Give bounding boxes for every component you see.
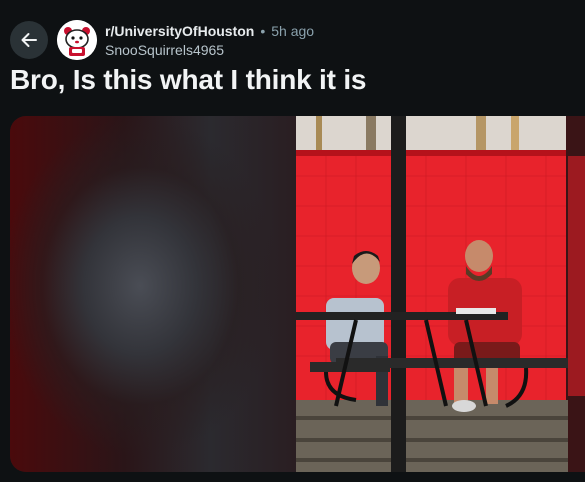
media-blur-background (10, 116, 296, 472)
cougar-mascot-icon (57, 20, 97, 60)
post-title: Bro, Is this what I think it is (10, 64, 367, 95)
post-media[interactable] (10, 116, 585, 472)
arrow-left-icon (21, 33, 37, 47)
subreddit-avatar[interactable] (57, 20, 97, 60)
back-button[interactable] (10, 21, 48, 59)
post-header: r/UniversityOfHouston • 5h ago SnooSquir… (0, 0, 585, 62)
author-link[interactable]: SnooSquirrels4965 (105, 42, 314, 58)
meta-separator: • (260, 23, 266, 39)
post-meta: r/UniversityOfHouston • 5h ago SnooSquir… (105, 22, 314, 58)
post-image (296, 116, 585, 472)
subreddit-link[interactable]: r/UniversityOfHouston (105, 23, 254, 39)
post-timestamp: 5h ago (271, 23, 315, 39)
